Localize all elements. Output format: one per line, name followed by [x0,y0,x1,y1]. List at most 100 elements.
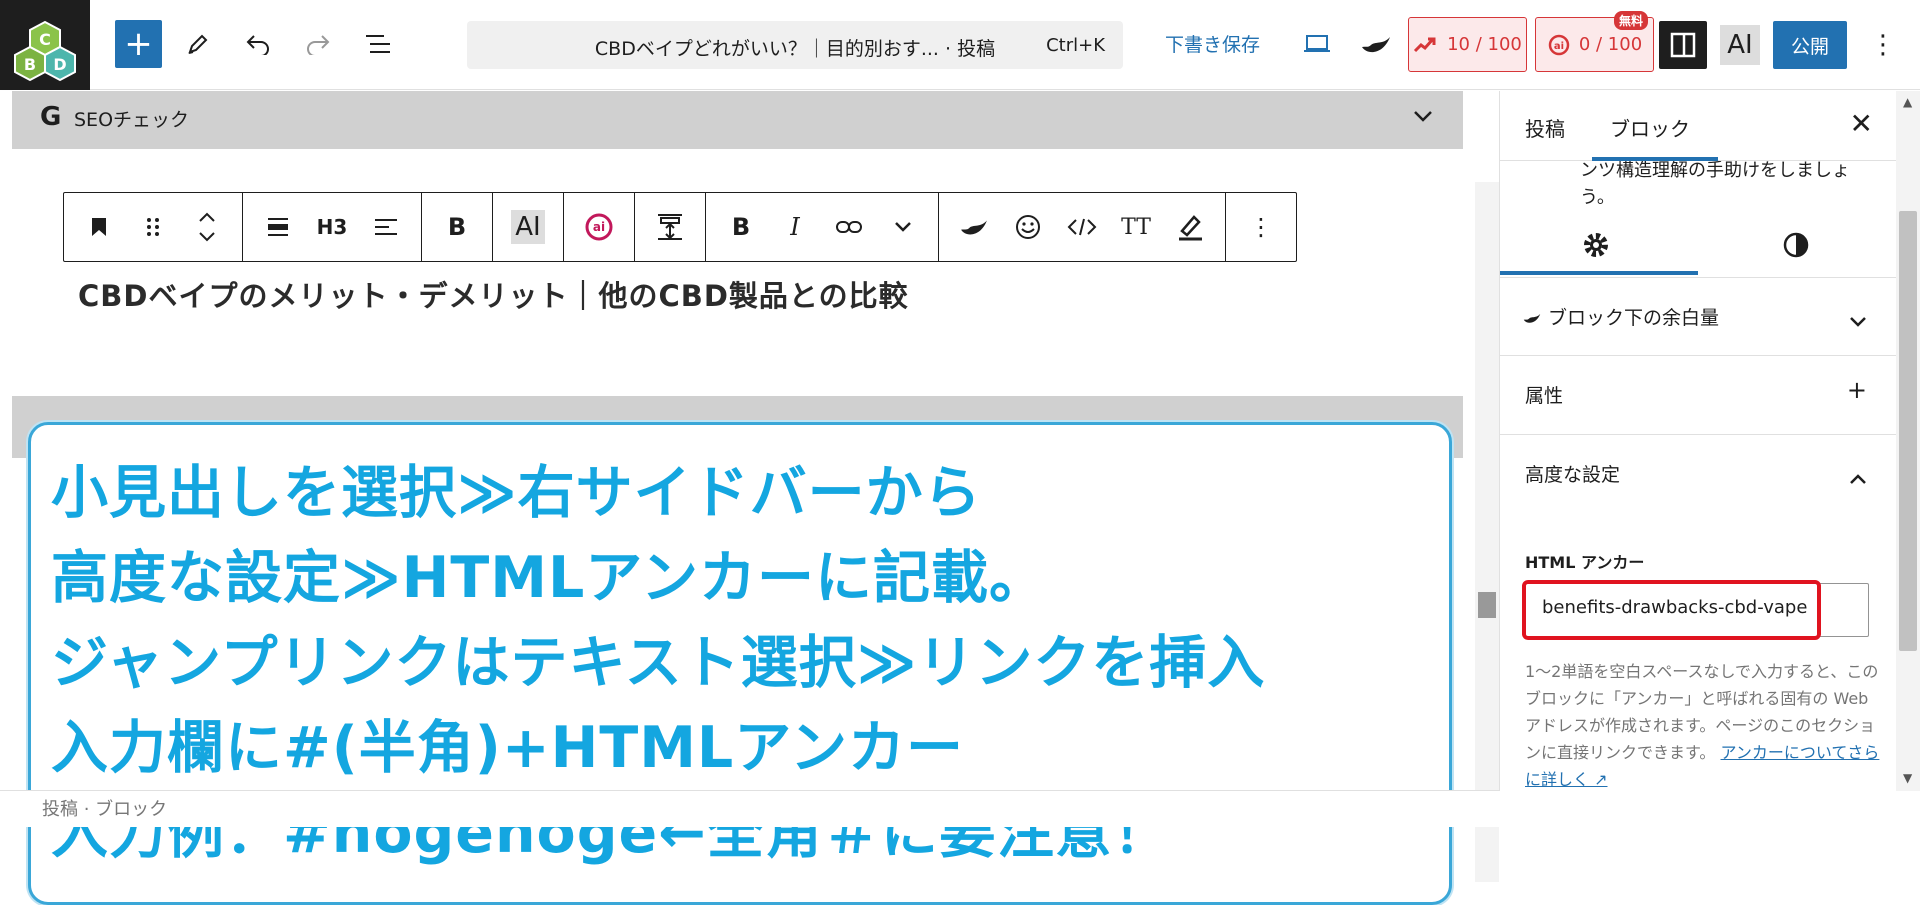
bold-icon[interactable]: B [714,193,768,261]
tab-block[interactable]: ブロック [1610,113,1690,142]
editor-scrollbar[interactable] [1475,182,1499,882]
svg-text:C: C [39,30,51,49]
site-logo[interactable]: C B D [0,0,90,90]
move-up-down-icon[interactable] [180,193,234,261]
chevron-down-icon[interactable] [1849,306,1867,334]
heading-level-button[interactable]: H3 [305,193,359,261]
spacing-icon[interactable] [643,193,697,261]
link-icon[interactable] [822,193,876,261]
theme-logo-icon[interactable] [947,193,1001,261]
toolbar-group-bold: B [422,193,493,261]
spacing-section-text: ブロック下の余白量 [1548,307,1720,329]
highlight-marker-icon[interactable] [1163,193,1217,261]
subheading-text[interactable]: CBDベイプのメリット・デメリット｜他のCBD製品との比較 [78,273,909,315]
block-width-icon[interactable] [251,193,305,261]
html-anchor-label: HTML アンカー [1525,553,1645,572]
highlight-box [1522,580,1821,640]
callout-line: 入力欄に#(半角)+HTMLアンカー [51,715,964,781]
code-icon[interactable] [1055,193,1109,261]
ai-circle-icon[interactable]: ai [572,193,626,261]
toolbar-group-options: ⋮ [1226,193,1296,261]
editor-scrollbar-thumb[interactable] [1478,592,1496,618]
sidebar-tabs: 投稿 ブロック ✕ [1500,91,1896,161]
more-options-icon[interactable]: ⋮ [1868,25,1898,65]
italic-icon[interactable]: I [768,193,822,261]
spacing-section[interactable]: ブロック下の余白量 [1500,278,1896,356]
redo-icon[interactable] [296,20,340,68]
chevron-down-icon[interactable] [1413,107,1433,126]
attributes-section-label: 属性 [1525,385,1564,407]
toolbar-group-heading: H3 [243,193,422,261]
breadcrumb[interactable]: 投稿 · ブロック [42,795,167,821]
styles-contrast-icon[interactable] [1782,231,1810,263]
seo-chart-icon [1414,37,1436,52]
toolbar-group-ai-circle: ai [564,193,635,261]
callout-line: 小見出しを選択≫右サイドバーから [51,460,982,526]
command-palette-bar[interactable]: CBDベイプどれがいい？｜目的別おす... · 投稿 Ctrl+K [467,21,1123,69]
keyboard-shortcut: Ctrl+K [1046,35,1105,56]
tab-post[interactable]: 投稿 [1525,113,1565,142]
settings-gear-icon[interactable] [1582,231,1610,263]
scroll-down-arrow-icon[interactable]: ▼ [1903,771,1912,785]
settings-panel-toggle[interactable] [1659,21,1707,69]
svg-text:B: B [24,55,36,74]
bold-b-icon[interactable]: B [430,193,484,261]
align-left-icon[interactable] [359,193,413,261]
document-title: CBDベイプどれがいい？｜目的別おす... · 投稿 [594,38,996,60]
sidebar-scrollbar[interactable]: ▲ ▼ [1896,91,1920,791]
callout-line: 高度な設定≫HTMLアンカーに記載。 [51,545,1048,611]
top-toolbar: C B D + CBDベイプどれがいい？｜目的別おす... · 投稿 Ctrl+… [0,0,1920,90]
html-anchor-help: 1〜2単語を空白スペースなしで入力すると、このブロックに「アンカー」と呼ばれる固… [1525,658,1880,791]
edit-pencil-icon[interactable] [176,20,220,68]
publish-button[interactable]: 公開 [1773,21,1847,69]
close-icon[interactable]: ✕ [1850,107,1873,140]
add-block-button[interactable]: + [115,20,162,68]
ai-circle-icon: ai [1548,34,1570,55]
svg-text:D: D [53,55,66,74]
toolbar-group-ai: AI [493,193,564,261]
callout-line: ジャンプリンクはテキスト選択≫リンクを挿入 [51,630,1266,696]
active-tab-indicator [1592,157,1718,161]
sidebar-icon [1670,32,1696,58]
ai-label: AI [511,210,545,244]
block-toolbar: H3 B AI ai B I TT ⋮ [63,192,1297,262]
ai-tool-button[interactable]: AI [501,193,555,261]
seo-check-panel[interactable]: G SEOチェック [12,91,1463,149]
settings-sidebar: ンツ構造理解の手助けをしましょう。 投稿 ブロック ✕ ブロック下の余白量 属性… [1499,91,1896,791]
toolbar-group-extra: TT [939,193,1226,261]
free-badge: 無料 [1614,11,1649,30]
block-settings-tabs [1500,216,1896,278]
sidebar-scrollbar-thumb[interactable] [1899,211,1917,651]
text-size-icon[interactable]: TT [1109,193,1163,261]
block-options-icon[interactable]: ⋮ [1234,193,1288,261]
editor-canvas: G SEOチェック H3 B AI ai B I TT ⋮ CBDベイプのメリッ… [0,91,1499,905]
drag-handle-icon[interactable] [126,193,180,261]
attributes-section[interactable]: 属性 + [1500,356,1896,435]
chevron-up-icon[interactable] [1849,463,1867,491]
advanced-section-label[interactable]: 高度な設定 [1525,460,1620,487]
preview-device-icon[interactable] [1295,20,1339,68]
theme-logo-icon[interactable] [1354,20,1398,68]
plus-icon[interactable]: + [1847,376,1867,404]
ai-assistant-button[interactable]: AI [1720,25,1760,65]
bookmark-icon[interactable] [72,193,126,261]
spacing-section-label: ブロック下の余白量 [1522,303,1719,330]
svg-text:ai: ai [1554,41,1564,52]
toolbar-group-block [64,193,243,261]
settings-tab-indicator [1500,271,1698,275]
theme-logo-icon [1523,313,1541,323]
save-draft-button[interactable]: 下書き保存 [1165,30,1260,57]
emoji-icon[interactable] [1001,193,1055,261]
undo-icon[interactable] [236,20,280,68]
block-description: ンツ構造理解の手助けをしましょう。 [1580,160,1850,208]
toolbar-group-spacing [635,193,706,261]
ai-score-value: 0 / 100 [1578,34,1643,55]
document-overview-icon[interactable] [356,20,400,68]
more-format-chevron-icon[interactable] [876,193,930,261]
seo-check-label: SEOチェック [74,109,190,131]
scroll-up-arrow-icon[interactable]: ▲ [1903,95,1912,109]
breadcrumb-footer: 投稿 · ブロック [0,790,1499,827]
seo-score-button[interactable]: 10 / 100 [1408,17,1527,72]
instruction-callout: 小見出しを選択≫右サイドバーから 高度な設定≫HTMLアンカーに記載。 ジャンプ… [28,422,1452,905]
toolbar-group-format: B I [706,193,939,261]
